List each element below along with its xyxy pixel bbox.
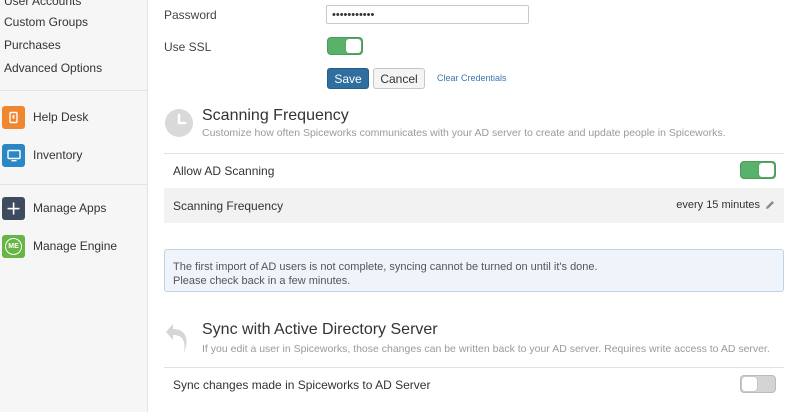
scanning-section-title: Scanning Frequency — [202, 107, 349, 124]
clear-credentials-link[interactable]: Clear Credentials — [437, 73, 507, 83]
allow-ad-scanning-row: Allow AD Scanning — [164, 154, 784, 187]
sidebar-app-inventory[interactable]: Inventory — [0, 140, 147, 170]
notice-line-2: Please check back in a few minutes. — [173, 275, 351, 287]
sidebar-divider — [0, 90, 147, 91]
use-ssl-label: Use SSL — [164, 40, 212, 54]
sync-changes-row: Sync changes made in Spiceworks to AD Se… — [164, 368, 784, 401]
scanning-section-description: Customize how often Spiceworks communica… — [202, 127, 726, 139]
use-ssl-toggle[interactable] — [327, 37, 363, 55]
me-logo-icon: ME — [2, 234, 25, 258]
help-desk-icon — [2, 105, 25, 129]
import-notice: The first import of AD users is not comp… — [164, 249, 784, 292]
sidebar-app-manage-engine[interactable]: ME Manage Engine — [0, 231, 147, 261]
sidebar-link-user-accounts[interactable]: User Accounts — [4, 0, 81, 8]
sync-changes-label: Sync changes made in Spiceworks to AD Se… — [173, 377, 431, 392]
sidebar: User Accounts Custom Groups Purchases Ad… — [0, 0, 148, 412]
me-logo-text: ME — [5, 237, 22, 255]
edit-pencil-icon[interactable] — [764, 199, 776, 211]
sidebar-app-label: Help Desk — [33, 110, 89, 124]
sidebar-divider — [0, 184, 147, 185]
sidebar-app-help-desk[interactable]: Help Desk — [0, 102, 147, 132]
allow-ad-scanning-label: Allow AD Scanning — [173, 163, 275, 178]
toggle-knob — [759, 163, 774, 177]
toggle-knob — [346, 39, 361, 53]
sidebar-app-label: Manage Apps — [33, 201, 107, 215]
sidebar-link-purchases[interactable]: Purchases — [4, 38, 61, 52]
plus-icon — [2, 196, 25, 220]
toggle-knob — [742, 377, 757, 391]
scanning-frequency-label: Scanning Frequency — [173, 198, 284, 213]
sidebar-app-label: Inventory — [33, 148, 83, 162]
sidebar-app-manage-apps[interactable]: Manage Apps — [0, 193, 147, 223]
sync-section-description: If you edit a user in Spiceworks, those … — [202, 343, 770, 355]
sidebar-link-custom-groups[interactable]: Custom Groups — [4, 15, 88, 29]
password-label: Password — [164, 8, 217, 22]
notice-line-1: The first import of AD users is not comp… — [173, 261, 598, 273]
save-button[interactable]: Save — [327, 68, 369, 89]
sync-changes-toggle[interactable] — [740, 375, 776, 393]
main-content: Password Use SSL Save Cancel Clear Crede… — [148, 0, 800, 412]
sidebar-app-label: Manage Engine — [33, 239, 118, 253]
sync-section-title: Sync with Active Directory Server — [202, 321, 438, 338]
monitor-icon — [2, 143, 25, 167]
scanning-frequency-value: every 15 minutes — [676, 199, 760, 211]
clock-icon — [164, 108, 194, 138]
undo-arrow-icon — [164, 322, 194, 353]
sidebar-link-advanced-options[interactable]: Advanced Options — [4, 61, 102, 75]
allow-ad-scanning-toggle[interactable] — [740, 161, 776, 179]
password-field[interactable] — [326, 5, 529, 24]
cancel-button[interactable]: Cancel — [373, 68, 425, 89]
